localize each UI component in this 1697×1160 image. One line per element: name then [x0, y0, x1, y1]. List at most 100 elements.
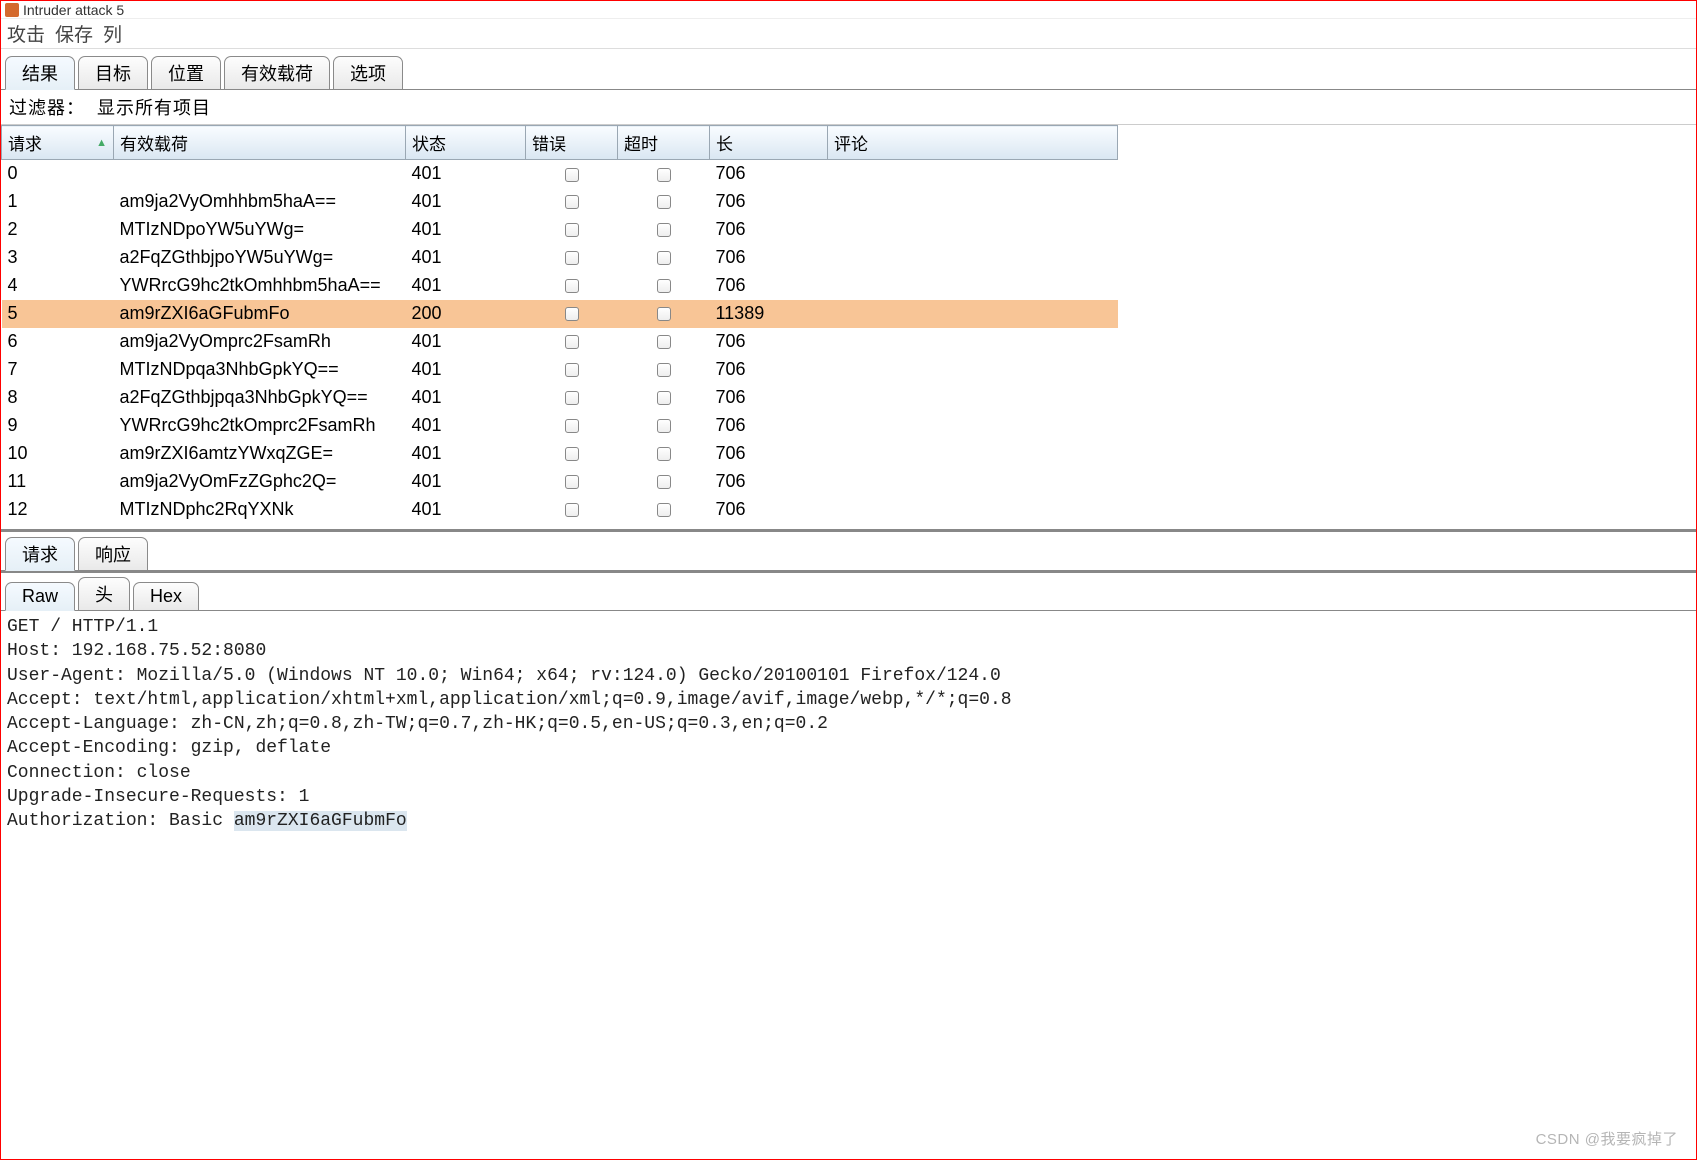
menu-columns[interactable]: 列 — [103, 20, 122, 47]
cell-timeout — [618, 468, 710, 496]
checkbox-icon — [657, 251, 671, 265]
tab-payloads[interactable]: 有效载荷 — [224, 56, 330, 89]
cell-timeout — [618, 160, 710, 188]
table-row[interactable]: 2MTIzNDpoYW5uYWg=401706 — [2, 216, 1118, 244]
col-request-label: 请求 — [8, 135, 42, 154]
cell-payload: am9ja2VyOmhhbm5haA== — [114, 188, 406, 216]
cell-timeout — [618, 328, 710, 356]
table-row[interactable]: 1am9ja2VyOmhhbm5haA==401706 — [2, 188, 1118, 216]
window-title: Intruder attack 5 — [23, 2, 124, 18]
cell-comment — [828, 272, 1118, 300]
checkbox-icon — [657, 223, 671, 237]
cell-status: 401 — [406, 188, 526, 216]
cell-request: 3 — [2, 244, 114, 272]
checkbox-icon — [565, 475, 579, 489]
cell-error — [526, 216, 618, 244]
cell-status: 401 — [406, 328, 526, 356]
col-length[interactable]: 长 — [710, 126, 828, 160]
cell-comment — [828, 328, 1118, 356]
col-timeout[interactable]: 超时 — [618, 126, 710, 160]
tab-request[interactable]: 请求 — [5, 537, 75, 571]
cell-comment — [828, 468, 1118, 496]
menu-attack[interactable]: 攻击 — [7, 20, 45, 47]
cell-status: 401 — [406, 412, 526, 440]
cell-comment — [828, 300, 1118, 328]
cell-length: 706 — [710, 160, 828, 188]
cell-status: 401 — [406, 216, 526, 244]
cell-length: 706 — [710, 272, 828, 300]
raw-line-auth-prefix: Authorization: Basic — [7, 811, 234, 831]
table-row[interactable]: 11am9ja2VyOmFzZGphc2Q=401706 — [2, 468, 1118, 496]
raw-line: Accept-Encoding: gzip, deflate — [7, 738, 331, 758]
cell-timeout — [618, 412, 710, 440]
cell-error — [526, 300, 618, 328]
checkbox-icon — [657, 391, 671, 405]
cell-error — [526, 160, 618, 188]
tab-results[interactable]: 结果 — [5, 56, 75, 90]
cell-payload: YWRrcG9hc2tkOmhhbm5haA== — [114, 272, 406, 300]
cell-request: 0 — [2, 160, 114, 188]
tab-headers[interactable]: 头 — [78, 577, 130, 610]
filter-text: 显示所有项目 — [97, 98, 211, 118]
cell-comment — [828, 188, 1118, 216]
table-row[interactable]: 10am9rZXI6amtzYWxqZGE=401706 — [2, 440, 1118, 468]
cell-length: 706 — [710, 216, 828, 244]
menu-save[interactable]: 保存 — [55, 20, 93, 47]
cell-error — [526, 272, 618, 300]
cell-request: 8 — [2, 384, 114, 412]
table-row[interactable]: 3a2FqZGthbjpoYW5uYWg=401706 — [2, 244, 1118, 272]
menu-bar: 攻击 保存 列 — [1, 19, 1696, 49]
table-row[interactable]: 6am9ja2VyOmprc2FsamRh401706 — [2, 328, 1118, 356]
cell-payload: am9ja2VyOmprc2FsamRh — [114, 328, 406, 356]
table-row[interactable]: 0401706 — [2, 160, 1118, 188]
col-status[interactable]: 状态 — [406, 126, 526, 160]
checkbox-icon — [565, 363, 579, 377]
cell-timeout — [618, 440, 710, 468]
cell-request: 1 — [2, 188, 114, 216]
table-row[interactable]: 9YWRrcG9hc2tkOmprc2FsamRh401706 — [2, 412, 1118, 440]
cell-length: 706 — [710, 384, 828, 412]
col-comment[interactable]: 评论 — [828, 126, 1118, 160]
table-row[interactable]: 8a2FqZGthbjpqa3NhbGpkYQ==401706 — [2, 384, 1118, 412]
cell-payload: am9ja2VyOmFzZGphc2Q= — [114, 468, 406, 496]
checkbox-icon — [657, 168, 671, 182]
table-row[interactable]: 7MTIzNDpqa3NhbGpkYQ==401706 — [2, 356, 1118, 384]
tab-raw[interactable]: Raw — [5, 582, 75, 611]
tab-target[interactable]: 目标 — [78, 56, 148, 89]
cell-payload: am9rZXI6aGFubmFo — [114, 300, 406, 328]
col-payload[interactable]: 有效载荷 — [114, 126, 406, 160]
cell-status: 401 — [406, 356, 526, 384]
filter-bar[interactable]: 过滤器： 显示所有项目 — [1, 90, 1696, 125]
cell-request: 10 — [2, 440, 114, 468]
checkbox-icon — [565, 391, 579, 405]
tab-positions[interactable]: 位置 — [151, 56, 221, 89]
table-row[interactable]: 5am9rZXI6aGFubmFo20011389 — [2, 300, 1118, 328]
cell-request: 2 — [2, 216, 114, 244]
raw-line: Upgrade-Insecure-Requests: 1 — [7, 787, 309, 807]
checkbox-icon — [657, 475, 671, 489]
raw-request-viewer[interactable]: GET / HTTP/1.1 Host: 192.168.75.52:8080 … — [1, 611, 1696, 1159]
cell-comment — [828, 356, 1118, 384]
app-icon — [5, 3, 19, 17]
col-request[interactable]: 请求 ▲ — [2, 126, 114, 160]
tab-options[interactable]: 选项 — [333, 56, 403, 89]
cell-status: 401 — [406, 440, 526, 468]
checkbox-icon — [565, 419, 579, 433]
cell-payload: a2FqZGthbjpoYW5uYWg= — [114, 244, 406, 272]
checkbox-icon — [565, 307, 579, 321]
cell-status: 200 — [406, 300, 526, 328]
raw-line: User-Agent: Mozilla/5.0 (Windows NT 10.0… — [7, 666, 1001, 686]
cell-comment — [828, 216, 1118, 244]
cell-comment — [828, 440, 1118, 468]
sort-asc-icon: ▲ — [96, 137, 107, 149]
cell-length: 706 — [710, 496, 828, 524]
cell-comment — [828, 244, 1118, 272]
cell-request: 12 — [2, 496, 114, 524]
cell-comment — [828, 384, 1118, 412]
cell-timeout — [618, 496, 710, 524]
table-row[interactable]: 4YWRrcG9hc2tkOmhhbm5haA==401706 — [2, 272, 1118, 300]
table-row[interactable]: 12MTIzNDphc2RqYXNk401706 — [2, 496, 1118, 524]
tab-hex[interactable]: Hex — [133, 582, 199, 610]
col-error[interactable]: 错误 — [526, 126, 618, 160]
tab-response[interactable]: 响应 — [78, 537, 148, 570]
